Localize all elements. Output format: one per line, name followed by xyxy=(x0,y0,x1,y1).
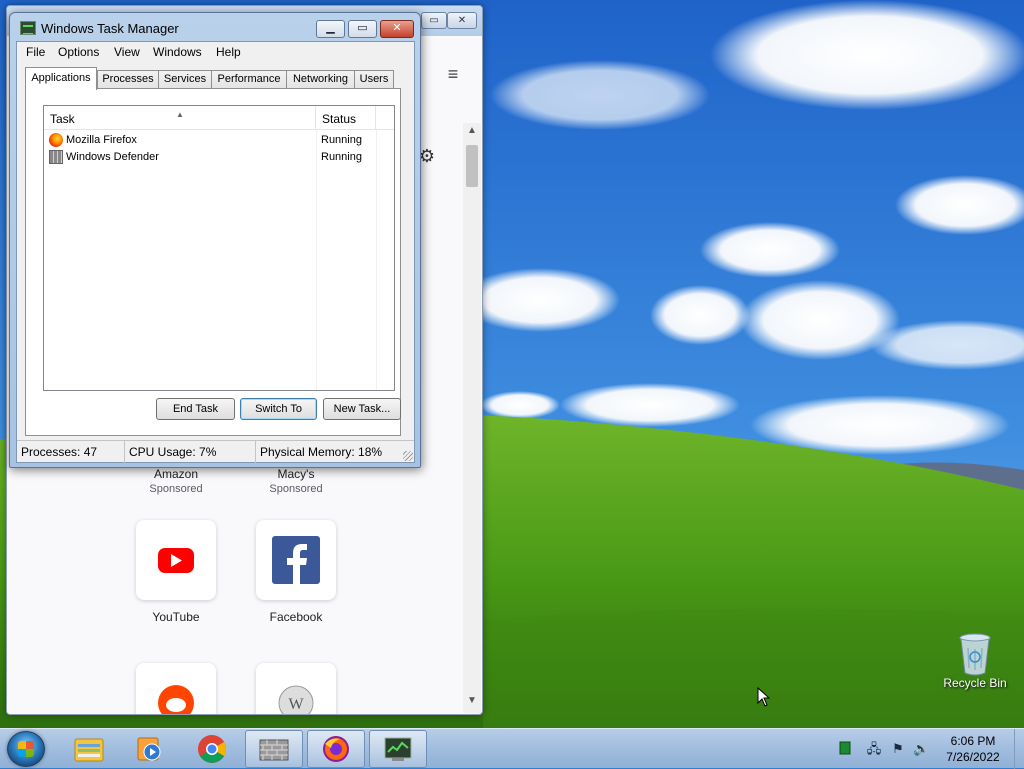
taskbar-media-player-button[interactable] xyxy=(120,730,178,768)
firefox-icon xyxy=(49,133,63,147)
tab-networking[interactable]: Networking xyxy=(286,70,355,89)
firefox-scrollbar[interactable]: ▲ ▼ xyxy=(463,123,481,713)
reddit-icon xyxy=(158,685,194,714)
scroll-down-icon[interactable]: ▼ xyxy=(463,693,481,709)
clock-time: 6:06 PM xyxy=(950,734,996,748)
taskbar-task-manager-button[interactable] xyxy=(369,730,427,768)
youtube-shortcut-tile[interactable] xyxy=(136,520,216,600)
column-divider xyxy=(316,130,317,390)
column-status[interactable]: Status xyxy=(316,106,376,130)
hamburger-menu-icon[interactable]: ≡ xyxy=(443,65,463,83)
processes-count: Processes: 47 xyxy=(21,445,98,459)
taskbar-chrome-button[interactable] xyxy=(183,730,241,768)
recycle-bin-label: Recycle Bin xyxy=(943,676,1007,690)
recycle-bin-shortcut[interactable]: Recycle Bin xyxy=(943,632,1007,690)
menu-bar: File Options View Windows Help xyxy=(17,42,414,62)
scrollbar-thumb[interactable] xyxy=(466,145,478,187)
svg-text:W: W xyxy=(288,696,304,713)
show-desktop-button[interactable] xyxy=(1014,729,1024,769)
tab-processes[interactable]: Processes xyxy=(97,70,159,89)
tab-performance[interactable]: Performance xyxy=(211,70,287,89)
task-status: Running xyxy=(321,151,362,163)
defender-tray-icon[interactable] xyxy=(837,741,853,757)
shortcut-label[interactable]: YouTube xyxy=(126,610,226,624)
minimize-button[interactable]: ▁ xyxy=(316,20,345,38)
firefox-maximize-button[interactable]: ▭ xyxy=(421,12,447,29)
facebook-shortcut-tile[interactable] xyxy=(256,520,336,600)
task-manager-title-bar[interactable]: Windows Task Manager ▁ ▭ ✕ xyxy=(10,13,420,41)
task-list[interactable]: ▲ Task Status Mozilla Firefox Running Wi… xyxy=(43,105,395,391)
shortcut-label[interactable]: Amazon xyxy=(126,467,226,481)
switch-to-button[interactable]: Switch To xyxy=(240,398,317,420)
start-button[interactable] xyxy=(7,731,45,767)
task-status: Running xyxy=(321,134,362,146)
firefox-icon xyxy=(323,736,349,762)
task-manager-window[interactable]: Windows Task Manager ▁ ▭ ✕ File Options … xyxy=(9,12,421,468)
column-divider xyxy=(376,130,377,390)
shortcut-label[interactable]: Facebook xyxy=(246,610,346,624)
network-icon[interactable]: 🖧 xyxy=(866,741,882,757)
shortcut-label[interactable]: Macy's xyxy=(246,467,346,481)
clock-date: 7/26/2022 xyxy=(946,750,1000,764)
windows-defender-icon xyxy=(259,739,289,761)
scroll-up-icon[interactable]: ▲ xyxy=(463,123,481,139)
table-row[interactable]: Windows Defender Running xyxy=(44,149,394,166)
youtube-icon xyxy=(158,548,194,573)
system-tray: 🖧 ⚑ 🔊 xyxy=(836,729,929,769)
action-center-flag-icon[interactable]: ⚑ xyxy=(890,741,906,757)
firefox-close-button[interactable]: ✕ xyxy=(447,12,477,29)
media-player-icon xyxy=(137,737,161,761)
new-task-button[interactable]: New Task... xyxy=(323,398,401,420)
chrome-icon xyxy=(198,735,226,763)
taskbar-defender-button[interactable] xyxy=(245,730,303,768)
task-name: Mozilla Firefox xyxy=(66,134,137,146)
tab-applications[interactable]: Applications xyxy=(25,67,97,90)
menu-options[interactable]: Options xyxy=(58,45,99,59)
windows-explorer-icon xyxy=(74,738,104,762)
tab-users[interactable]: Users xyxy=(354,70,394,89)
menu-view[interactable]: View xyxy=(114,45,140,59)
resize-grip[interactable] xyxy=(403,451,413,461)
reddit-shortcut-tile[interactable] xyxy=(136,663,216,714)
menu-help[interactable]: Help xyxy=(216,45,241,59)
task-list-header: ▲ Task Status xyxy=(44,106,394,130)
task-manager-body: File Options View Windows Help Applicati… xyxy=(16,41,415,463)
column-task-label: Task xyxy=(50,112,75,126)
taskbar-explorer-button[interactable] xyxy=(60,730,118,768)
close-button[interactable]: ✕ xyxy=(380,20,414,38)
task-manager-icon xyxy=(384,737,412,761)
end-task-button[interactable]: End Task xyxy=(156,398,235,420)
physical-memory: Physical Memory: 18% xyxy=(255,441,405,463)
menu-file[interactable]: File xyxy=(26,45,45,59)
clock[interactable]: 6:06 PM 7/26/2022 xyxy=(928,733,1018,765)
tab-services[interactable]: Services xyxy=(158,70,212,89)
recycle-bin-icon xyxy=(958,632,992,676)
menu-windows[interactable]: Windows xyxy=(153,45,202,59)
sponsored-label: Sponsored xyxy=(149,483,203,495)
window-title: Windows Task Manager xyxy=(41,21,179,36)
task-name: Windows Defender xyxy=(66,151,159,163)
cpu-usage: CPU Usage: 7% xyxy=(124,441,255,463)
mouse-cursor-icon xyxy=(757,686,771,710)
taskbar-firefox-button[interactable] xyxy=(307,730,365,768)
maximize-button[interactable]: ▭ xyxy=(348,20,377,38)
sponsored-label: Sponsored xyxy=(269,483,323,495)
sort-arrow-icon: ▲ xyxy=(176,110,184,119)
wikipedia-icon: W xyxy=(278,685,314,714)
taskbar: 🖧 ⚑ 🔊 6:06 PM 7/26/2022 xyxy=(0,728,1024,769)
wikipedia-shortcut-tile[interactable]: W xyxy=(256,663,336,714)
column-task[interactable]: ▲ Task xyxy=(44,106,316,130)
task-manager-icon xyxy=(20,21,36,35)
facebook-icon xyxy=(272,536,320,584)
windows-defender-icon xyxy=(49,150,63,164)
table-row[interactable]: Mozilla Firefox Running xyxy=(44,132,394,149)
applications-panel: ▲ Task Status Mozilla Firefox Running Wi… xyxy=(25,88,401,436)
status-bar: Processes: 47 CPU Usage: 7% Physical Mem… xyxy=(17,440,414,463)
volume-icon[interactable]: 🔊 xyxy=(913,741,929,757)
